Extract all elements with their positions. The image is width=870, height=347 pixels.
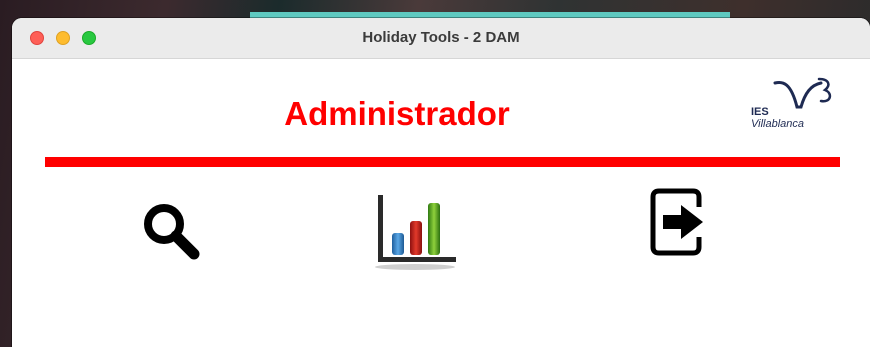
page-title: Administrador [284,95,510,132]
main-content: Administrador IES Villablanca [12,59,870,347]
exit-icon [650,188,703,256]
logo-name-text: Villablanca [751,118,805,130]
search-button[interactable] [136,196,206,266]
exit-button[interactable] [647,185,711,259]
window-title: Holiday Tools - 2 DAM [362,29,520,46]
statistics-button[interactable] [370,189,460,274]
bar-chart-icon [375,195,456,270]
logo-mark-icon [773,77,832,109]
logo-ies-text: IES [751,106,769,118]
window-titlebar[interactable]: Holiday Tools - 2 DAM [12,18,870,59]
app-window: Holiday Tools - 2 DAM Administrador IES … [12,18,870,347]
search-icon [144,204,200,260]
title-divider [45,157,840,167]
school-logo: IES Villablanca [749,77,839,137]
